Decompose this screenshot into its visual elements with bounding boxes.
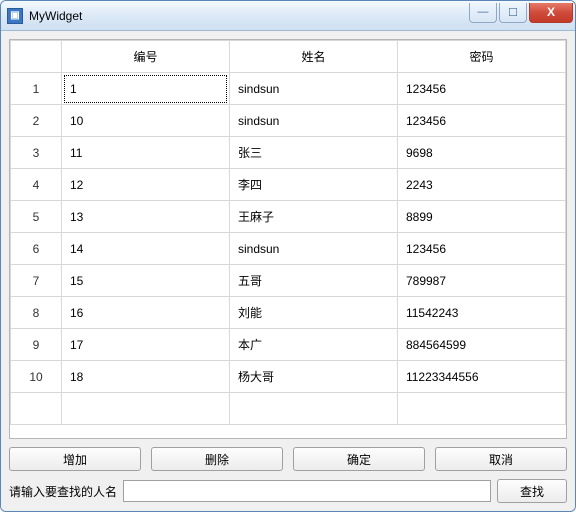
row-number[interactable]: 1 [11, 73, 62, 105]
cell-id[interactable]: 11 [62, 137, 230, 169]
cell-id[interactable]: 10 [62, 105, 230, 137]
cell-name[interactable]: 张三 [229, 137, 397, 169]
header-name[interactable]: 姓名 [229, 41, 397, 73]
cell-id[interactable]: 13 [62, 201, 230, 233]
row-number[interactable]: 3 [11, 137, 62, 169]
header-pwd[interactable]: 密码 [397, 41, 565, 73]
data-table[interactable]: 编号 姓名 密码 11sindsun123456210sindsun123456… [10, 40, 566, 425]
cell-name[interactable]: 李四 [229, 169, 397, 201]
cell-pwd[interactable]: 11223344556 [397, 361, 565, 393]
table-row[interactable]: 210sindsun123456 [11, 105, 566, 137]
cell-pwd[interactable]: 2243 [397, 169, 565, 201]
close-button[interactable]: X [529, 3, 573, 23]
cell-name[interactable]: 杨大哥 [229, 361, 397, 393]
cell-pwd[interactable]: 11542243 [397, 297, 565, 329]
table-row[interactable]: 513王麻子8899 [11, 201, 566, 233]
search-button[interactable]: 查找 [497, 479, 567, 503]
row-number[interactable]: 6 [11, 233, 62, 265]
table-row[interactable]: 11sindsun123456 [11, 73, 566, 105]
table-row[interactable]: 412李四2243 [11, 169, 566, 201]
button-row: 增加 删除 确定 取消 [9, 447, 567, 471]
header-rownum[interactable] [11, 41, 62, 73]
app-icon: ▣ [7, 8, 23, 24]
cell-id[interactable]: 18 [62, 361, 230, 393]
cell-pwd[interactable]: 123456 [397, 73, 565, 105]
row-number[interactable]: 10 [11, 361, 62, 393]
minimize-button[interactable]: — [469, 3, 497, 23]
cell-id[interactable]: 17 [62, 329, 230, 361]
row-number[interactable]: 4 [11, 169, 62, 201]
cell-id[interactable]: 15 [62, 265, 230, 297]
cell-id[interactable]: 14 [62, 233, 230, 265]
cell-id[interactable]: 12 [62, 169, 230, 201]
cell-name[interactable]: 王麻子 [229, 201, 397, 233]
table-row[interactable]: 614sindsun123456 [11, 233, 566, 265]
cell-name[interactable]: 本广 [229, 329, 397, 361]
table-row[interactable]: 917本广884564599 [11, 329, 566, 361]
delete-button[interactable]: 删除 [151, 447, 283, 471]
table-row[interactable]: 816刘能11542243 [11, 297, 566, 329]
table-row[interactable]: 311张三9698 [11, 137, 566, 169]
cell-name[interactable]: sindsun [229, 73, 397, 105]
cell-pwd[interactable]: 9698 [397, 137, 565, 169]
add-button[interactable]: 增加 [9, 447, 141, 471]
window-title: MyWidget [29, 9, 82, 23]
cell-id[interactable]: 1 [62, 73, 230, 105]
client-area: 编号 姓名 密码 11sindsun123456210sindsun123456… [1, 31, 575, 511]
cancel-button[interactable]: 取消 [435, 447, 567, 471]
row-number[interactable]: 2 [11, 105, 62, 137]
ok-button[interactable]: 确定 [293, 447, 425, 471]
maximize-button[interactable]: ☐ [499, 3, 527, 23]
table-row-empty [11, 393, 566, 425]
cell-name[interactable]: 刘能 [229, 297, 397, 329]
cell-pwd[interactable]: 8899 [397, 201, 565, 233]
app-window: ▣ MyWidget — ☐ X 编号 姓名 密码 11sindsun12345… [0, 0, 576, 512]
search-label: 请输入要查找的人名 [9, 483, 117, 500]
data-table-container: 编号 姓名 密码 11sindsun123456210sindsun123456… [9, 39, 567, 439]
table-row[interactable]: 1018杨大哥11223344556 [11, 361, 566, 393]
search-row: 请输入要查找的人名 查找 [9, 479, 567, 503]
row-number[interactable]: 8 [11, 297, 62, 329]
cell-name[interactable]: 五哥 [229, 265, 397, 297]
search-input[interactable] [123, 480, 491, 502]
cell-id[interactable]: 16 [62, 297, 230, 329]
row-number[interactable]: 7 [11, 265, 62, 297]
table-row[interactable]: 715五哥789987 [11, 265, 566, 297]
header-id[interactable]: 编号 [62, 41, 230, 73]
cell-name[interactable]: sindsun [229, 233, 397, 265]
cell-pwd[interactable]: 123456 [397, 233, 565, 265]
row-number[interactable]: 9 [11, 329, 62, 361]
cell-pwd[interactable]: 884564599 [397, 329, 565, 361]
row-number[interactable]: 5 [11, 201, 62, 233]
cell-pwd[interactable]: 123456 [397, 105, 565, 137]
cell-pwd[interactable]: 789987 [397, 265, 565, 297]
cell-name[interactable]: sindsun [229, 105, 397, 137]
titlebar[interactable]: ▣ MyWidget — ☐ X [1, 1, 575, 31]
